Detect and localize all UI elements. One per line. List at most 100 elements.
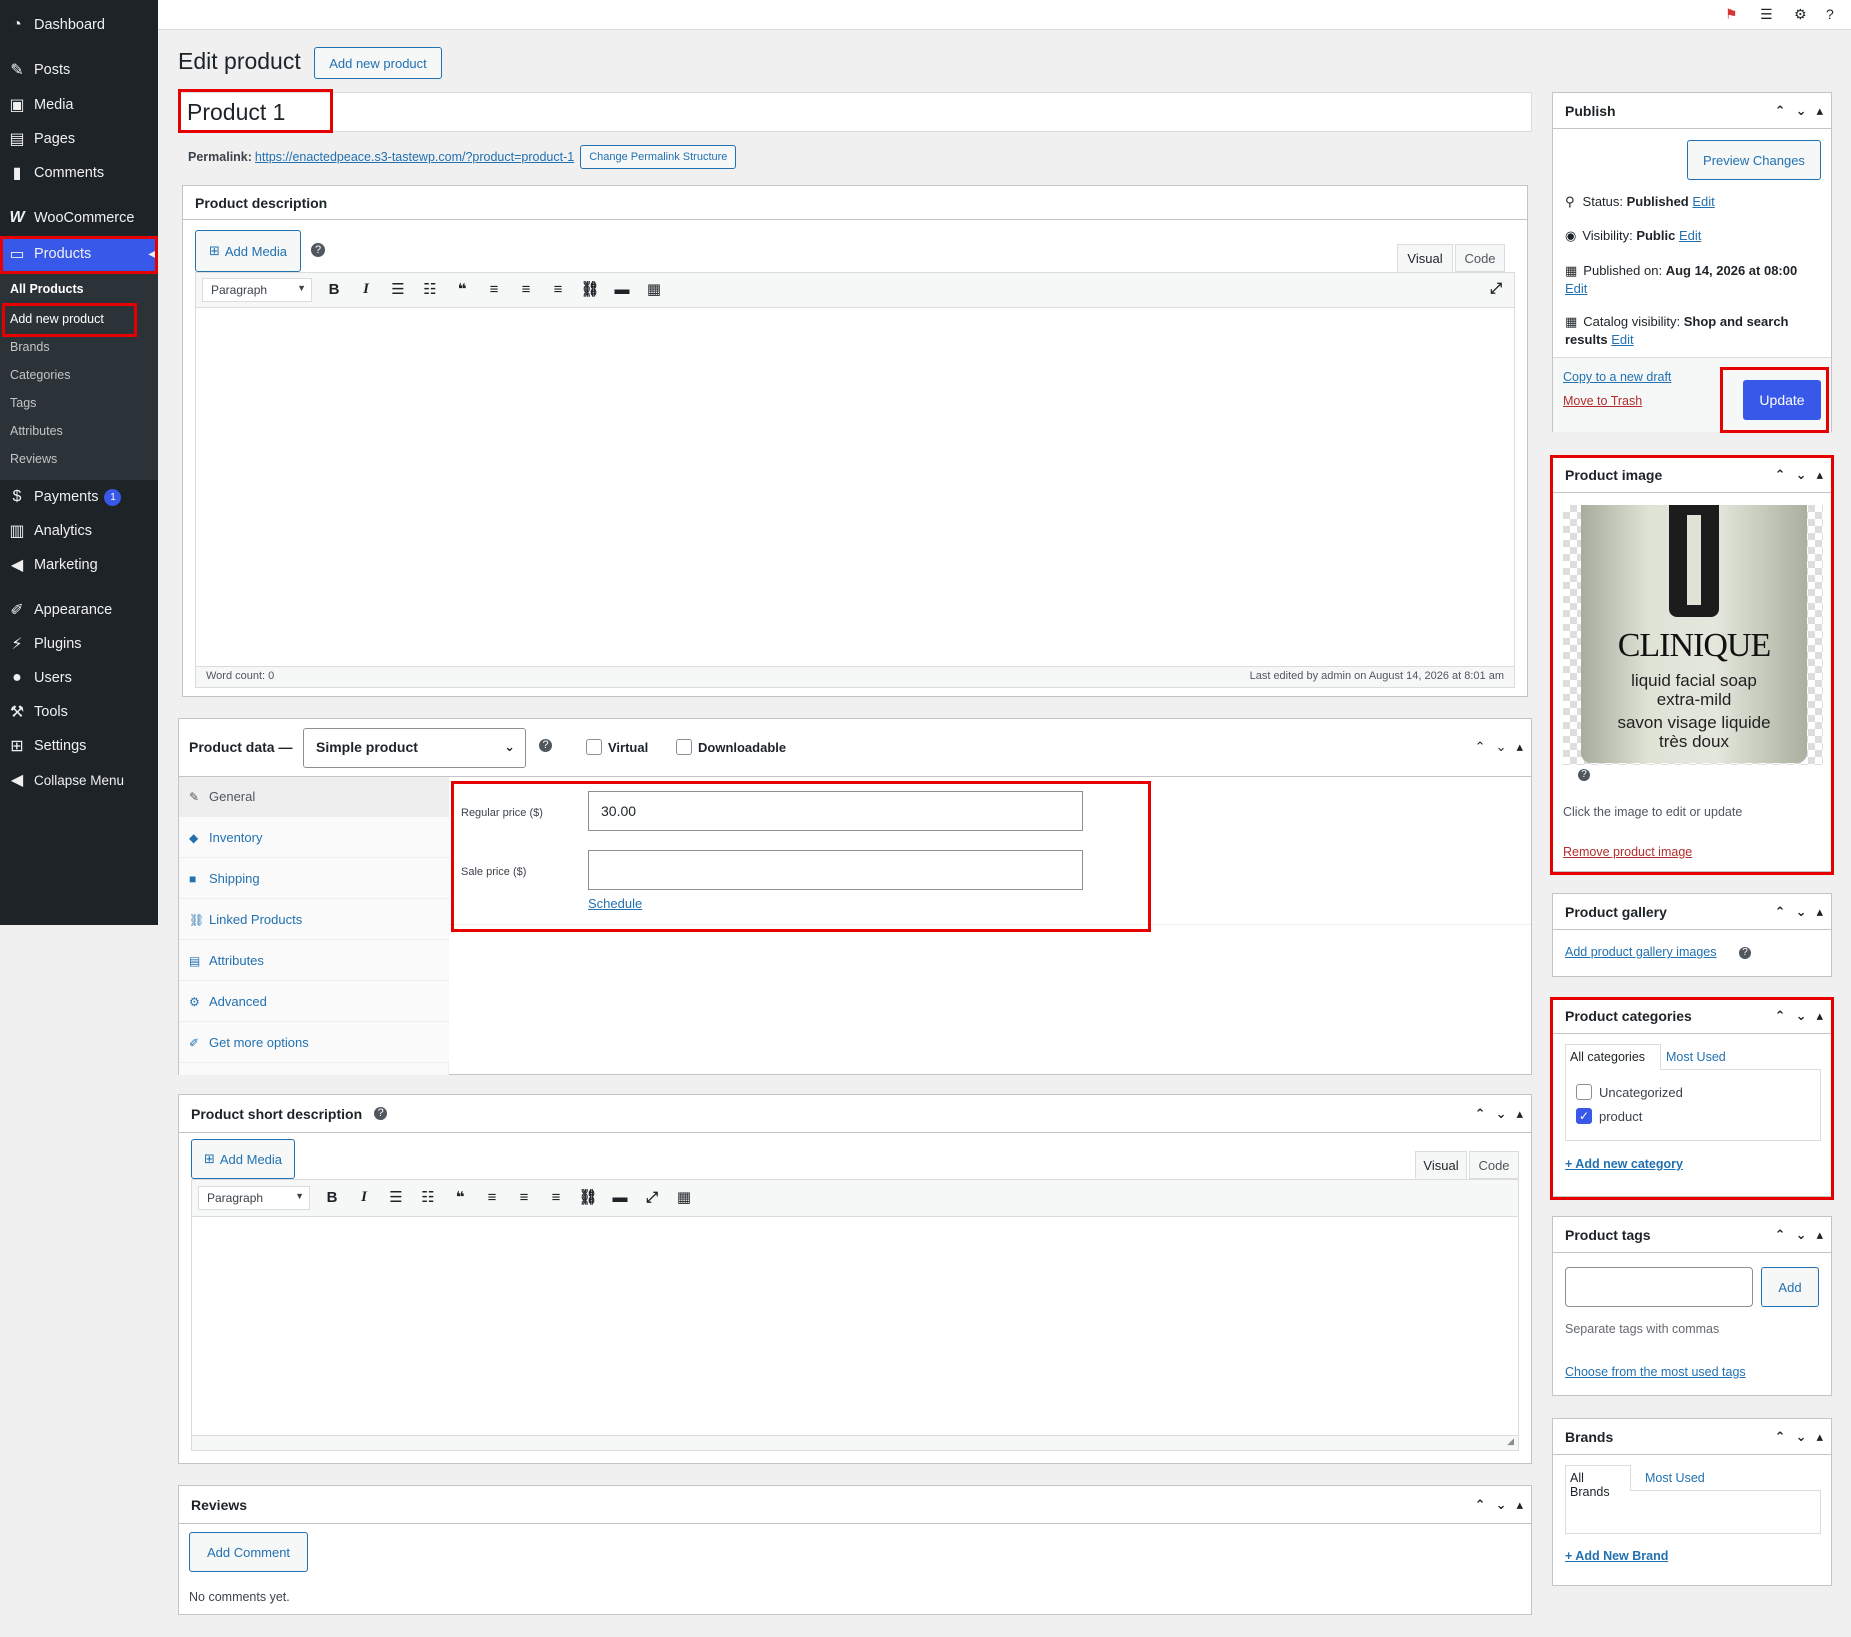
align-right-icon[interactable]: ≡: [542, 281, 574, 298]
chevron-down-icon[interactable]: ⌄: [1496, 1106, 1507, 1122]
virtual-checkbox[interactable]: Virtual: [586, 739, 648, 755]
toolbar-toggle-icon[interactable]: ▦: [668, 1188, 700, 1206]
fullscreen-icon[interactable]: ⤢: [636, 1189, 668, 1206]
add-new-product-button[interactable]: Add new product: [314, 47, 442, 79]
chevron-up-icon[interactable]: ⌃: [1775, 1429, 1786, 1445]
tab-linked-products[interactable]: ⛓ Linked Products: [179, 900, 449, 940]
tab-visual[interactable]: Visual: [1415, 1151, 1467, 1179]
chevron-down-icon[interactable]: ⌄: [1796, 103, 1807, 119]
add-media-button[interactable]: ⊞ Add Media: [195, 230, 301, 272]
chevron-up-icon[interactable]: ⌃: [1475, 1106, 1486, 1122]
edit-visibility-link[interactable]: Edit: [1679, 228, 1701, 243]
numbered-list-icon[interactable]: ☷: [414, 280, 446, 298]
toggle-arrow-icon[interactable]: ▴: [1516, 739, 1523, 755]
menu-woocommerce[interactable]: W WooCommerce: [0, 203, 158, 233]
menu-posts[interactable]: ✎ Posts: [0, 55, 158, 85]
chevron-up-icon[interactable]: ⌃: [1775, 103, 1786, 119]
submenu-all-products[interactable]: All Products: [10, 282, 84, 296]
menu-media[interactable]: ▣ Media: [0, 90, 158, 120]
blockquote-icon[interactable]: ❝: [446, 280, 478, 298]
product-type-select[interactable]: Simple product ⌄: [303, 728, 526, 768]
tab-inventory[interactable]: ◆ Inventory: [179, 818, 449, 858]
align-left-icon[interactable]: ≡: [478, 281, 510, 298]
tab-get-more-options[interactable]: ✐ Get more options: [179, 1023, 449, 1063]
description-editor[interactable]: [195, 308, 1515, 671]
resize-handle-icon[interactable]: ◢: [1507, 1436, 1514, 1447]
tab-code[interactable]: Code: [1455, 244, 1505, 272]
toggle-arrow-icon[interactable]: ▴: [1816, 904, 1823, 920]
toggle-arrow-icon[interactable]: ▴: [1816, 1429, 1823, 1445]
bullet-list-icon[interactable]: ☰: [382, 280, 414, 298]
tab-general[interactable]: ✎ General: [179, 777, 449, 817]
chevron-up-icon[interactable]: ⌃: [1475, 739, 1486, 755]
submenu-tags[interactable]: Tags: [10, 396, 36, 410]
toggle-arrow-icon[interactable]: ▴: [1816, 103, 1823, 119]
menu-payments[interactable]: $ Payments 1: [0, 482, 158, 512]
help-icon[interactable]: ?: [1739, 947, 1751, 959]
menu-analytics[interactable]: ▥ Analytics: [0, 516, 158, 546]
copy-draft-link[interactable]: Copy to a new draft: [1563, 370, 1671, 384]
add-new-brand-link[interactable]: + Add New Brand: [1565, 1549, 1668, 1563]
submenu-categories[interactable]: Categories: [10, 368, 70, 382]
menu-plugins[interactable]: ⚡ Plugins: [0, 629, 158, 659]
menu-appearance[interactable]: ✐ Appearance: [0, 595, 158, 625]
alert-icon[interactable]: ⚑: [1725, 6, 1738, 23]
tab-shipping[interactable]: ■ Shipping: [179, 859, 449, 899]
align-right-icon[interactable]: ≡: [540, 1189, 572, 1206]
align-center-icon[interactable]: ≡: [508, 1189, 540, 1206]
permalink-link[interactable]: https://enactedpeace.s3-tastewp.com/?pro…: [255, 150, 574, 164]
chevron-down-icon[interactable]: ⌄: [1796, 1227, 1807, 1243]
menu-pages[interactable]: ▤ Pages: [0, 124, 158, 154]
align-left-icon[interactable]: ≡: [476, 1189, 508, 1206]
italic-icon[interactable]: I: [348, 1189, 380, 1206]
add-comment-button[interactable]: Add Comment: [189, 1532, 308, 1572]
format-select[interactable]: Paragraph ▼: [198, 1186, 310, 1210]
tab-attributes[interactable]: ▤ Attributes: [179, 941, 449, 981]
link-icon[interactable]: ⛓: [574, 280, 606, 298]
tag-input[interactable]: [1565, 1267, 1753, 1307]
submenu-reviews[interactable]: Reviews: [10, 452, 57, 466]
menu-dashboard[interactable]: ◔ Dashboard: [0, 10, 158, 40]
tab-all-categories[interactable]: All categories: [1565, 1044, 1661, 1070]
add-gallery-images-link[interactable]: Add product gallery images: [1565, 945, 1716, 959]
menu-tools[interactable]: ⚒ Tools: [0, 697, 158, 727]
italic-icon[interactable]: I: [350, 281, 382, 298]
tab-advanced[interactable]: ⚙ Advanced: [179, 982, 449, 1022]
format-select[interactable]: Paragraph ▼: [202, 278, 312, 302]
tab-all-brands[interactable]: All Brands: [1565, 1465, 1631, 1499]
menu-marketing[interactable]: ◀ Marketing: [0, 550, 158, 580]
help-icon[interactable]: ?: [539, 739, 552, 752]
chevron-down-icon[interactable]: ⌄: [1796, 1429, 1807, 1445]
toggle-arrow-icon[interactable]: ▴: [1816, 1227, 1823, 1243]
fullscreen-icon[interactable]: ⤢: [1490, 280, 1502, 297]
list-icon[interactable]: ☰: [1760, 6, 1773, 23]
chevron-up-icon[interactable]: ⌃: [1775, 904, 1786, 920]
menu-comments[interactable]: ▮ Comments: [0, 158, 158, 188]
submenu-attributes[interactable]: Attributes: [10, 424, 63, 438]
short-description-editor[interactable]: [191, 1217, 1519, 1445]
change-permalink-button[interactable]: Change Permalink Structure: [580, 145, 737, 169]
bullet-list-icon[interactable]: ☰: [380, 1188, 412, 1206]
blockquote-icon[interactable]: ❝: [444, 1188, 476, 1206]
bold-icon[interactable]: B: [318, 281, 350, 298]
menu-users[interactable]: ● Users: [0, 663, 158, 693]
downloadable-check[interactable]: [676, 739, 692, 755]
read-more-icon[interactable]: ▬: [606, 281, 638, 298]
link-icon[interactable]: ⛓: [572, 1188, 604, 1206]
chevron-down-icon[interactable]: ⌄: [1796, 904, 1807, 920]
tab-visual[interactable]: Visual: [1397, 244, 1453, 272]
edit-catalog-link[interactable]: Edit: [1611, 332, 1633, 347]
help-icon[interactable]: ?: [1826, 6, 1834, 22]
edit-date-link[interactable]: Edit: [1565, 281, 1587, 296]
tab-most-used[interactable]: Most Used: [1645, 1471, 1705, 1485]
add-media-button[interactable]: ⊞ Add Media: [191, 1139, 295, 1179]
toggle-arrow-icon[interactable]: ▴: [1516, 1497, 1523, 1513]
chevron-up-icon[interactable]: ⌃: [1775, 1227, 1786, 1243]
chevron-down-icon[interactable]: ⌄: [1496, 1497, 1507, 1513]
align-center-icon[interactable]: ≡: [510, 281, 542, 298]
numbered-list-icon[interactable]: ☷: [412, 1188, 444, 1206]
product-title-input[interactable]: Product 1: [178, 92, 1532, 132]
chevron-up-icon[interactable]: ⌃: [1475, 1497, 1486, 1513]
help-icon[interactable]: ?: [311, 243, 325, 257]
choose-tags-link[interactable]: Choose from the most used tags: [1565, 1365, 1746, 1379]
